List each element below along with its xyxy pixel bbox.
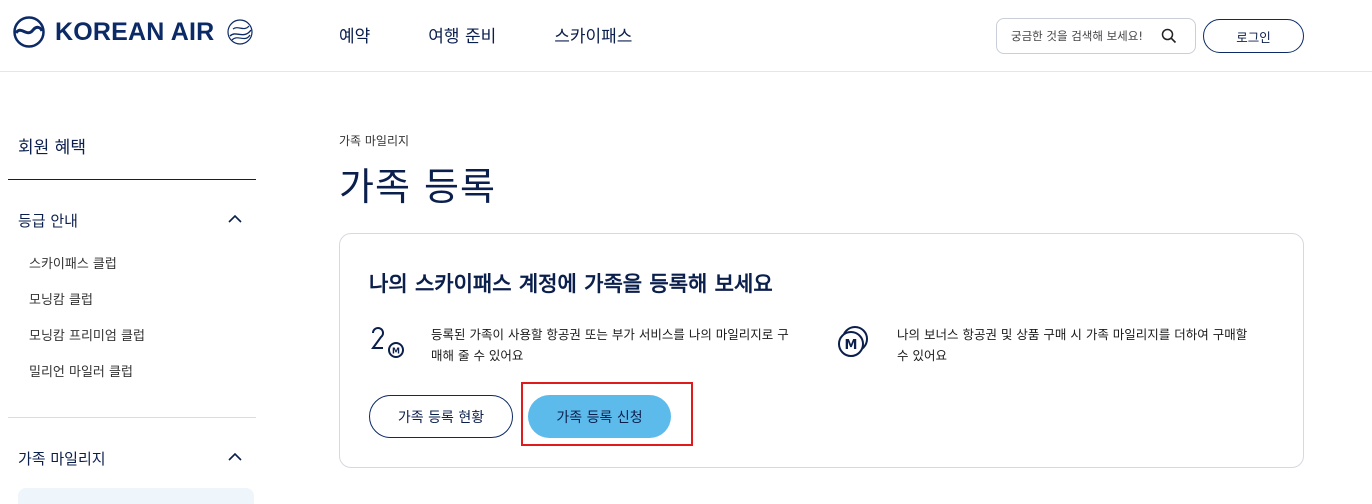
sidebar-active-item-bg — [18, 488, 254, 504]
sidebar-item-million-miler[interactable]: 밀리언 마일러 클럽 — [29, 352, 256, 388]
search-icon[interactable] — [1161, 28, 1177, 44]
nav-booking[interactable]: 예약 — [339, 22, 370, 47]
site-header: KOREAN AIR 예약 여행 준비 스카이패스 로그인 — [0, 0, 1372, 72]
sidebar-sublist: 스카이패스 클럽 모닝캄 클럽 모닝캄 프리미엄 클럽 밀리언 마일러 클럽 — [8, 244, 256, 388]
family-register-card: 나의 스카이패스 계정에 가족을 등록해 보세요 M 등록된 가족이 사용할 항… — [339, 233, 1304, 468]
sidebar-group-label: 등급 안내 — [18, 211, 78, 230]
sidebar-group-label: 가족 마일리지 — [18, 449, 106, 468]
svg-text:M: M — [392, 347, 400, 356]
search-input[interactable] — [1011, 29, 1156, 43]
family-status-button[interactable]: 가족 등록 현황 — [369, 395, 513, 438]
family-mileage-icon: M — [371, 327, 404, 358]
svg-text:M: M — [845, 338, 858, 353]
sidebar-divider — [8, 179, 256, 180]
card-title: 나의 스카이패스 계정에 가족을 등록해 보세요 — [369, 272, 773, 296]
sidebar-item-morning-calm[interactable]: 모닝캄 클럽 — [29, 280, 256, 316]
chevron-up-icon — [228, 214, 242, 223]
search-box — [996, 18, 1196, 54]
sidebar-divider — [8, 417, 256, 418]
global-nav: 예약 여행 준비 스카이패스 — [339, 22, 690, 47]
korean-air-logo[interactable]: KOREAN AIR — [13, 16, 256, 48]
nav-skypass[interactable]: 스카이패스 — [554, 22, 632, 47]
benefit-item: M 등록된 가족이 사용할 항공권 또는 부가 서비스를 나의 마일리지로 구매… — [369, 324, 791, 366]
logo-text: KOREAN AIR — [55, 17, 215, 46]
mileage-coins-icon: M — [838, 326, 868, 357]
benefit-text: 나의 보너스 항공권 및 상품 구매 시 가족 마일리지를 더하여 구매할 수 … — [897, 327, 1248, 363]
skyteam-icon — [227, 19, 254, 45]
korean-air-taeguk-icon — [13, 16, 45, 48]
sidebar-group-grades: 등급 안내 스카이패스 클럽 모닝캄 클럽 모닝캄 프리미엄 클럽 밀리언 마일… — [8, 205, 256, 388]
nav-travel-prep[interactable]: 여행 준비 — [428, 22, 496, 47]
sidebar-item-morning-calm-premium[interactable]: 모닝캄 프리미엄 클럽 — [29, 316, 256, 352]
sidebar-item-skypass-club[interactable]: 스카이패스 클럽 — [29, 244, 256, 280]
benefit-item: M 나의 보너스 항공권 및 상품 구매 시 가족 마일리지를 더하여 구매할 … — [835, 324, 1257, 366]
breadcrumb: 가족 마일리지 — [339, 134, 410, 148]
page-title: 가족 등록 — [339, 165, 496, 209]
login-button[interactable]: 로그인 — [1203, 19, 1304, 53]
family-apply-button[interactable]: 가족 등록 신청 — [528, 395, 671, 438]
sidebar-group-toggle-family-mileage[interactable]: 가족 마일리지 — [8, 443, 256, 473]
chevron-up-icon — [228, 452, 242, 461]
sidebar-group-family-mileage: 가족 마일리지 — [8, 443, 256, 473]
sidebar-group-toggle-grades[interactable]: 등급 안내 — [8, 205, 256, 235]
sidebar-title: 회원 혜택 — [18, 138, 86, 158]
benefit-text: 등록된 가족이 사용할 항공권 또는 부가 서비스를 나의 마일리지로 구매해 … — [431, 327, 789, 363]
